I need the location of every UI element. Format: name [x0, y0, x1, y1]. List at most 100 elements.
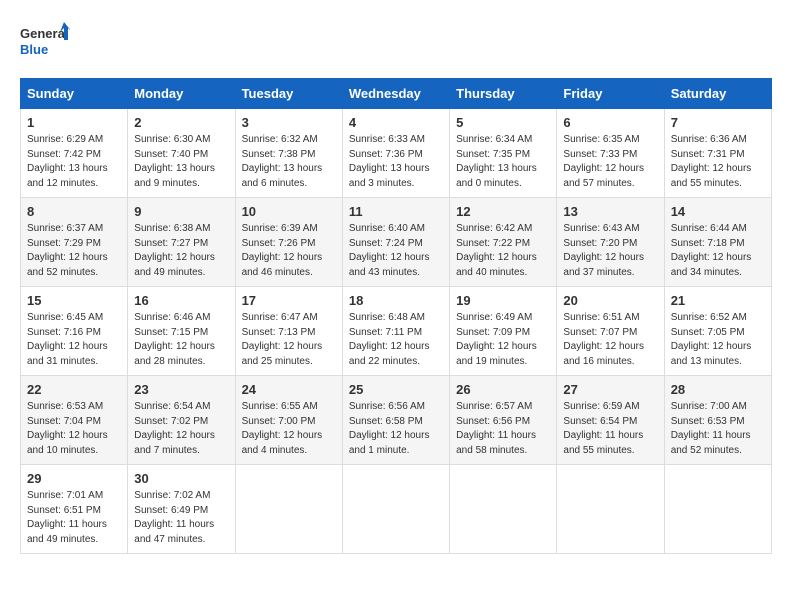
day-number: 4 — [349, 115, 443, 130]
calendar-cell: 14 Sunrise: 6:44 AMSunset: 7:18 PMDaylig… — [664, 198, 771, 287]
calendar-cell: 3 Sunrise: 6:32 AMSunset: 7:38 PMDayligh… — [235, 109, 342, 198]
day-number: 21 — [671, 293, 765, 308]
weekday-header: Wednesday — [342, 79, 449, 109]
weekday-header: Monday — [128, 79, 235, 109]
calendar-cell: 9 Sunrise: 6:38 AMSunset: 7:27 PMDayligh… — [128, 198, 235, 287]
calendar-cell — [342, 465, 449, 554]
day-info: Sunrise: 6:51 AMSunset: 7:07 PMDaylight:… — [563, 312, 644, 367]
weekday-header: Tuesday — [235, 79, 342, 109]
day-info: Sunrise: 6:42 AMSunset: 7:22 PMDaylight:… — [456, 223, 537, 278]
day-info: Sunrise: 6:53 AMSunset: 7:04 PMDaylight:… — [27, 401, 108, 456]
day-number: 10 — [242, 204, 336, 219]
calendar-cell: 23 Sunrise: 6:54 AMSunset: 7:02 PMDaylig… — [128, 376, 235, 465]
calendar-cell: 16 Sunrise: 6:46 AMSunset: 7:15 PMDaylig… — [128, 287, 235, 376]
day-info: Sunrise: 6:29 AMSunset: 7:42 PMDaylight:… — [27, 134, 108, 189]
calendar-cell: 4 Sunrise: 6:33 AMSunset: 7:36 PMDayligh… — [342, 109, 449, 198]
day-info: Sunrise: 6:32 AMSunset: 7:38 PMDaylight:… — [242, 134, 323, 189]
calendar: SundayMondayTuesdayWednesdayThursdayFrid… — [20, 78, 772, 554]
calendar-cell: 13 Sunrise: 6:43 AMSunset: 7:20 PMDaylig… — [557, 198, 664, 287]
day-number: 15 — [27, 293, 121, 308]
calendar-cell: 25 Sunrise: 6:56 AMSunset: 6:58 PMDaylig… — [342, 376, 449, 465]
day-info: Sunrise: 6:44 AMSunset: 7:18 PMDaylight:… — [671, 223, 752, 278]
calendar-cell: 20 Sunrise: 6:51 AMSunset: 7:07 PMDaylig… — [557, 287, 664, 376]
calendar-cell: 1 Sunrise: 6:29 AMSunset: 7:42 PMDayligh… — [21, 109, 128, 198]
day-info: Sunrise: 7:02 AMSunset: 6:49 PMDaylight:… — [134, 490, 214, 545]
day-info: Sunrise: 6:45 AMSunset: 7:16 PMDaylight:… — [27, 312, 108, 367]
calendar-cell: 7 Sunrise: 6:36 AMSunset: 7:31 PMDayligh… — [664, 109, 771, 198]
day-info: Sunrise: 6:30 AMSunset: 7:40 PMDaylight:… — [134, 134, 215, 189]
day-number: 30 — [134, 471, 228, 486]
day-info: Sunrise: 6:48 AMSunset: 7:11 PMDaylight:… — [349, 312, 430, 367]
logo-svg: General Blue — [20, 20, 70, 62]
svg-text:Blue: Blue — [20, 42, 48, 57]
header: General Blue — [20, 20, 772, 62]
day-number: 12 — [456, 204, 550, 219]
day-info: Sunrise: 6:46 AMSunset: 7:15 PMDaylight:… — [134, 312, 215, 367]
calendar-week-row: 29 Sunrise: 7:01 AMSunset: 6:51 PMDaylig… — [21, 465, 772, 554]
weekday-header: Sunday — [21, 79, 128, 109]
calendar-cell: 18 Sunrise: 6:48 AMSunset: 7:11 PMDaylig… — [342, 287, 449, 376]
day-info: Sunrise: 6:43 AMSunset: 7:20 PMDaylight:… — [563, 223, 644, 278]
day-info: Sunrise: 6:34 AMSunset: 7:35 PMDaylight:… — [456, 134, 537, 189]
day-number: 14 — [671, 204, 765, 219]
weekday-header-row: SundayMondayTuesdayWednesdayThursdayFrid… — [21, 79, 772, 109]
day-number: 9 — [134, 204, 228, 219]
calendar-cell: 28 Sunrise: 7:00 AMSunset: 6:53 PMDaylig… — [664, 376, 771, 465]
day-number: 28 — [671, 382, 765, 397]
day-info: Sunrise: 6:54 AMSunset: 7:02 PMDaylight:… — [134, 401, 215, 456]
day-info: Sunrise: 6:36 AMSunset: 7:31 PMDaylight:… — [671, 134, 752, 189]
day-info: Sunrise: 7:01 AMSunset: 6:51 PMDaylight:… — [27, 490, 107, 545]
day-number: 19 — [456, 293, 550, 308]
day-info: Sunrise: 6:57 AMSunset: 6:56 PMDaylight:… — [456, 401, 536, 456]
calendar-cell: 27 Sunrise: 6:59 AMSunset: 6:54 PMDaylig… — [557, 376, 664, 465]
day-number: 23 — [134, 382, 228, 397]
calendar-cell — [557, 465, 664, 554]
day-number: 29 — [27, 471, 121, 486]
calendar-week-row: 1 Sunrise: 6:29 AMSunset: 7:42 PMDayligh… — [21, 109, 772, 198]
day-number: 17 — [242, 293, 336, 308]
day-number: 7 — [671, 115, 765, 130]
day-number: 26 — [456, 382, 550, 397]
day-number: 1 — [27, 115, 121, 130]
day-number: 25 — [349, 382, 443, 397]
day-number: 3 — [242, 115, 336, 130]
weekday-header: Saturday — [664, 79, 771, 109]
day-number: 16 — [134, 293, 228, 308]
calendar-cell: 8 Sunrise: 6:37 AMSunset: 7:29 PMDayligh… — [21, 198, 128, 287]
calendar-cell: 12 Sunrise: 6:42 AMSunset: 7:22 PMDaylig… — [450, 198, 557, 287]
calendar-cell: 19 Sunrise: 6:49 AMSunset: 7:09 PMDaylig… — [450, 287, 557, 376]
day-number: 11 — [349, 204, 443, 219]
day-info: Sunrise: 6:56 AMSunset: 6:58 PMDaylight:… — [349, 401, 430, 456]
calendar-cell — [235, 465, 342, 554]
calendar-cell: 21 Sunrise: 6:52 AMSunset: 7:05 PMDaylig… — [664, 287, 771, 376]
day-number: 27 — [563, 382, 657, 397]
calendar-cell: 22 Sunrise: 6:53 AMSunset: 7:04 PMDaylig… — [21, 376, 128, 465]
day-number: 20 — [563, 293, 657, 308]
svg-text:General: General — [20, 26, 68, 41]
weekday-header: Thursday — [450, 79, 557, 109]
weekday-header: Friday — [557, 79, 664, 109]
calendar-cell — [450, 465, 557, 554]
day-info: Sunrise: 6:33 AMSunset: 7:36 PMDaylight:… — [349, 134, 430, 189]
day-number: 5 — [456, 115, 550, 130]
calendar-cell: 2 Sunrise: 6:30 AMSunset: 7:40 PMDayligh… — [128, 109, 235, 198]
calendar-cell: 24 Sunrise: 6:55 AMSunset: 7:00 PMDaylig… — [235, 376, 342, 465]
day-number: 2 — [134, 115, 228, 130]
calendar-week-row: 8 Sunrise: 6:37 AMSunset: 7:29 PMDayligh… — [21, 198, 772, 287]
calendar-cell: 6 Sunrise: 6:35 AMSunset: 7:33 PMDayligh… — [557, 109, 664, 198]
day-info: Sunrise: 7:00 AMSunset: 6:53 PMDaylight:… — [671, 401, 751, 456]
calendar-cell — [664, 465, 771, 554]
day-info: Sunrise: 6:37 AMSunset: 7:29 PMDaylight:… — [27, 223, 108, 278]
day-info: Sunrise: 6:39 AMSunset: 7:26 PMDaylight:… — [242, 223, 323, 278]
day-info: Sunrise: 6:59 AMSunset: 6:54 PMDaylight:… — [563, 401, 643, 456]
calendar-cell: 30 Sunrise: 7:02 AMSunset: 6:49 PMDaylig… — [128, 465, 235, 554]
day-info: Sunrise: 6:49 AMSunset: 7:09 PMDaylight:… — [456, 312, 537, 367]
calendar-cell: 26 Sunrise: 6:57 AMSunset: 6:56 PMDaylig… — [450, 376, 557, 465]
calendar-cell: 10 Sunrise: 6:39 AMSunset: 7:26 PMDaylig… — [235, 198, 342, 287]
day-info: Sunrise: 6:35 AMSunset: 7:33 PMDaylight:… — [563, 134, 644, 189]
day-number: 18 — [349, 293, 443, 308]
calendar-week-row: 22 Sunrise: 6:53 AMSunset: 7:04 PMDaylig… — [21, 376, 772, 465]
logo: General Blue — [20, 20, 70, 62]
calendar-cell: 29 Sunrise: 7:01 AMSunset: 6:51 PMDaylig… — [21, 465, 128, 554]
day-info: Sunrise: 6:47 AMSunset: 7:13 PMDaylight:… — [242, 312, 323, 367]
